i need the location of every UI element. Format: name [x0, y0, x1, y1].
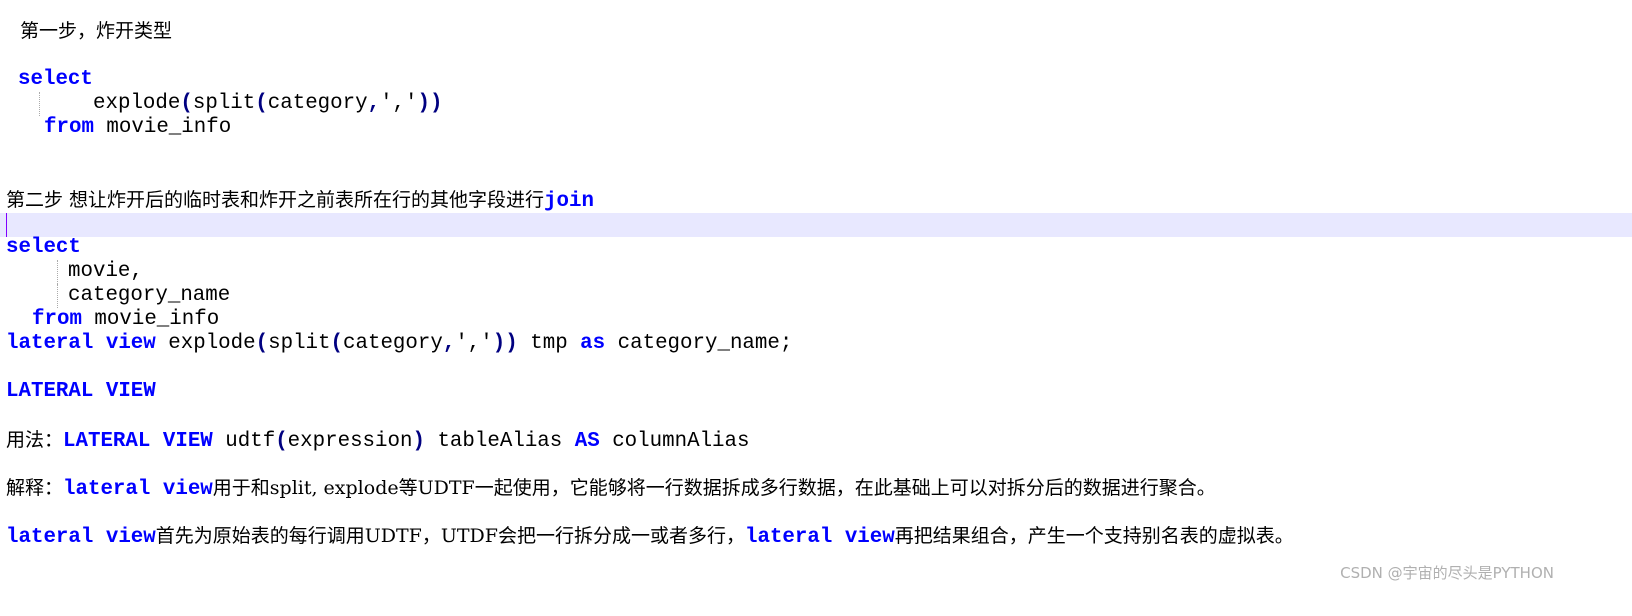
explain2-line: lateral view首先为原始表的每行调用UDTF，UTDF会把一行拆分成一… — [0, 524, 1632, 549]
indent-guide — [57, 284, 58, 308]
code-line: from movie_info — [0, 308, 1632, 332]
string: ',' — [455, 332, 493, 355]
label: 用法： — [6, 429, 64, 451]
keyword: as — [580, 332, 606, 355]
function: explode — [168, 332, 256, 355]
step2-heading: 第二步 想让炸开后的临时表和炸开之前表所在行的其他字段进行join — [0, 188, 1632, 213]
lateral-heading: LATERAL VIEW — [0, 380, 1632, 404]
identifier: movie_info — [94, 308, 220, 331]
identifier: category_name; — [617, 332, 793, 355]
keyword: lateral view — [63, 478, 213, 501]
identifier: category_name — [68, 284, 231, 307]
identifier: tableAlias — [437, 430, 563, 453]
heading-text: 第二步 想让炸开后的临时表和炸开之前表所在行的其他字段进行 — [6, 189, 545, 211]
text: 首先为原始表的每行调用UDTF，UTDF会把一行拆分成一或者多行， — [155, 525, 745, 547]
identifier: columnAlias — [612, 430, 750, 453]
keyword: AS — [574, 430, 600, 453]
keyword: join — [544, 190, 594, 213]
text: 用于和split, explode等UDTF一起使用，它能够将一行数据拆成多行数… — [212, 477, 1216, 499]
function: split — [192, 92, 256, 115]
current-line[interactable] — [0, 213, 1632, 237]
paren: )) — [417, 92, 443, 115]
heading-text: 第一步，炸开类型 — [20, 20, 173, 42]
code-line: category_name — [0, 284, 1632, 308]
text-caret — [6, 213, 7, 237]
function: udtf — [225, 430, 276, 453]
explain-line: 解释：lateral view用于和split, explode等UDTF一起使… — [0, 476, 1632, 501]
paren: ( — [180, 92, 193, 115]
function: split — [268, 332, 331, 355]
string: ',' — [380, 92, 418, 115]
keyword: lateral view — [6, 332, 156, 355]
code-line: from movie_info — [0, 116, 1632, 140]
text: 再把结果组合，产生一个支持别名表的虚拟表。 — [894, 525, 1294, 547]
identifier: movie_info — [106, 116, 232, 139]
keyword: from — [32, 308, 82, 331]
indent-guide — [57, 260, 58, 284]
keyword: from — [44, 116, 94, 139]
keyword: lateral view — [744, 526, 895, 549]
label: 解释： — [6, 477, 64, 499]
identifier: category — [343, 332, 443, 355]
code-line: movie, — [0, 260, 1632, 284]
function: explode — [93, 92, 181, 115]
watermark: CSDN @宇宙的尽头是PYTHON — [1340, 564, 1554, 582]
step1-heading: 第一步，炸开类型 — [0, 19, 1632, 43]
comma: , — [367, 92, 381, 115]
code-line: explode(split(category,',')) — [0, 92, 1632, 116]
keyword: LATERAL VIEW — [63, 430, 213, 453]
keyword: select — [18, 68, 93, 91]
keyword: select — [6, 236, 81, 259]
code-line: lateral view explode(split(category,',')… — [6, 332, 793, 355]
identifier: category — [267, 92, 368, 115]
code-line: select — [0, 236, 1632, 260]
identifier: movie, — [68, 260, 143, 283]
keyword: lateral view — [6, 526, 156, 549]
indent-guide — [39, 92, 40, 116]
identifier: expression — [287, 430, 413, 453]
paren: ( — [255, 92, 268, 115]
code-line: select — [0, 68, 1632, 92]
keyword: LATERAL VIEW — [6, 380, 156, 403]
identifier: tmp — [530, 332, 568, 355]
usage-line: 用法：LATERAL VIEW udtf(expression) tableAl… — [6, 429, 750, 453]
